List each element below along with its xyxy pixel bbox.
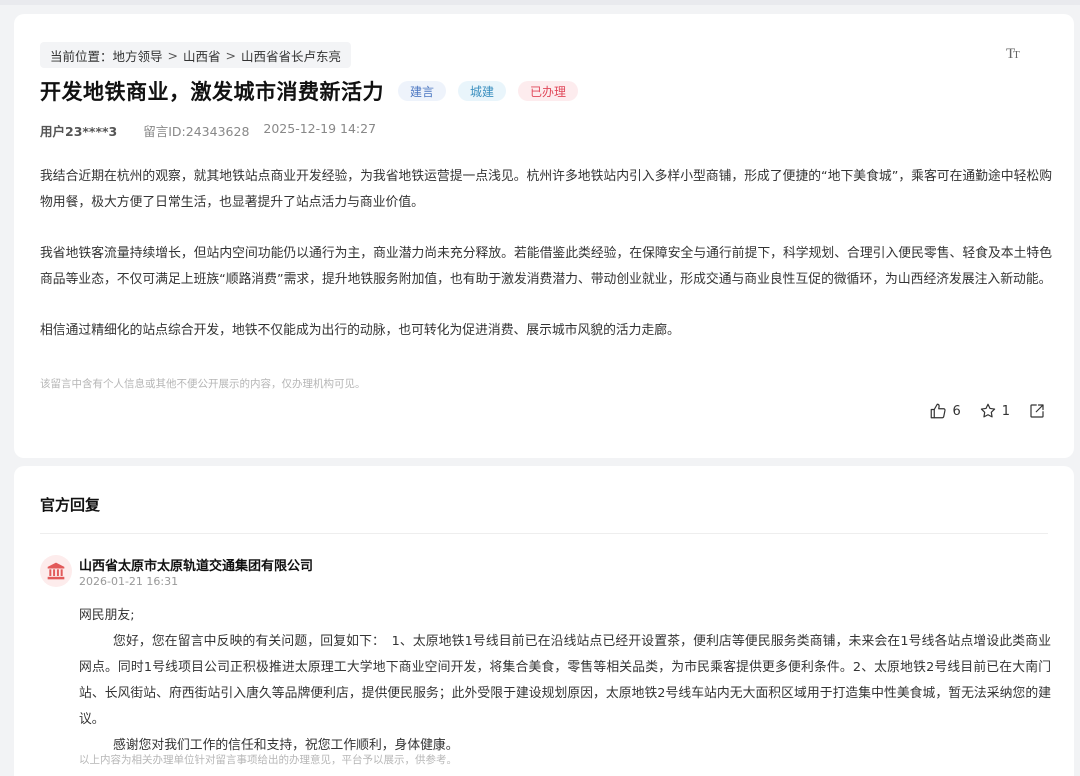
author-name: 用户23****3 <box>40 124 118 139</box>
message-datetime: 2025-12-19 14:27 <box>263 121 377 136</box>
like-count: 6 <box>952 403 961 419</box>
reply-body: 网民朋友; 您好，您在留言中反映的有关问题，回复如下： 1、太原地铁1号线目前已… <box>79 603 1051 759</box>
message-title: 开发地铁商业，激发城市消费新活力 <box>40 80 384 104</box>
title-row: 开发地铁商业，激发城市消费新活力 建言 城建 已办理 <box>40 76 579 106</box>
like-button[interactable]: 6 <box>929 402 961 420</box>
breadcrumb-item-local-leaders[interactable]: 地方领导 <box>113 46 163 65</box>
message-id: 留言ID:24343628 <box>143 124 250 139</box>
message-meta: 用户23****3 留言ID:24343628 2025-12-19 14:27 <box>40 121 376 140</box>
favorite-button[interactable]: 1 <box>979 402 1010 420</box>
message-content: 我结合近期在杭州的观察，就其地铁站点商业开发经验，为我省地铁运营提一点浅见。杭州… <box>40 164 1052 344</box>
font-toggle-small: T <box>1013 49 1020 61</box>
government-building-icon <box>40 555 72 587</box>
reply-org-name: 山西省太原市太原轨道交通集团有限公司 <box>79 559 314 574</box>
message-card: 当前位置： 地方领导 > 山西省 > 山西省省长卢东亮 TT 开发地铁商业，激发… <box>14 14 1074 458</box>
reply-paragraph: 您好，您在留言中反映的有关问题，回复如下： 1、太原地铁1号线目前已在沿线站点已… <box>79 634 1051 727</box>
message-paragraph: 我结合近期在杭州的观察，就其地铁站点商业开发经验，为我省地铁运营提一点浅见。杭州… <box>40 169 1052 210</box>
reply-greeting: 网民朋友; <box>79 608 135 623</box>
breadcrumb-separator: > <box>225 47 237 63</box>
top-strip <box>0 0 1080 5</box>
breadcrumb-prefix: 当前位置： <box>50 48 113 64</box>
breadcrumb-item-shanxi[interactable]: 山西省 <box>183 46 221 65</box>
divider <box>40 533 1048 534</box>
message-actions: 6 1 <box>911 402 1046 420</box>
tag-urban-construction: 城建 <box>458 81 507 101</box>
favorite-count: 1 <box>1001 403 1010 419</box>
message-paragraph: 我省地铁客流量持续增长，但站内空间功能仍以通行为主，商业潜力尚未充分释放。若能借… <box>40 246 1052 287</box>
official-reply-card: 官方回复 山西省太原市太原轨道交通集团有限公司 2026-01-21 16:31… <box>14 466 1074 776</box>
reply-datetime: 2026-01-21 16:31 <box>79 575 179 588</box>
breadcrumb-item-governor[interactable]: 山西省省长卢东亮 <box>241 46 341 65</box>
status-badge: 已办理 <box>518 81 579 101</box>
font-size-toggle-icon[interactable]: TT <box>1006 46 1024 64</box>
tag-suggestion: 建言 <box>398 81 447 101</box>
reply-heading: 官方回复 <box>40 496 101 514</box>
share-button[interactable] <box>1028 402 1046 420</box>
share-icon <box>1030 404 1044 418</box>
message-paragraph: 相信通过精细化的站点综合开发，地铁不仅能成为出行的动脉，也可转化为促进消费、展示… <box>40 323 680 338</box>
thumbs-up-icon <box>931 403 947 419</box>
star-icon <box>980 403 995 418</box>
breadcrumb-separator: > <box>167 47 179 63</box>
breadcrumb: 当前位置： 地方领导 > 山西省 > 山西省省长卢东亮 <box>40 42 352 68</box>
reply-disclaimer: 以上内容为相关办理单位针对留言事项给出的办理意见，平台予以展示，供参考。 <box>79 754 457 766</box>
privacy-note: 该留言中含有个人信息或其他不便公开展示的内容，仅办理机构可见。 <box>40 378 366 390</box>
